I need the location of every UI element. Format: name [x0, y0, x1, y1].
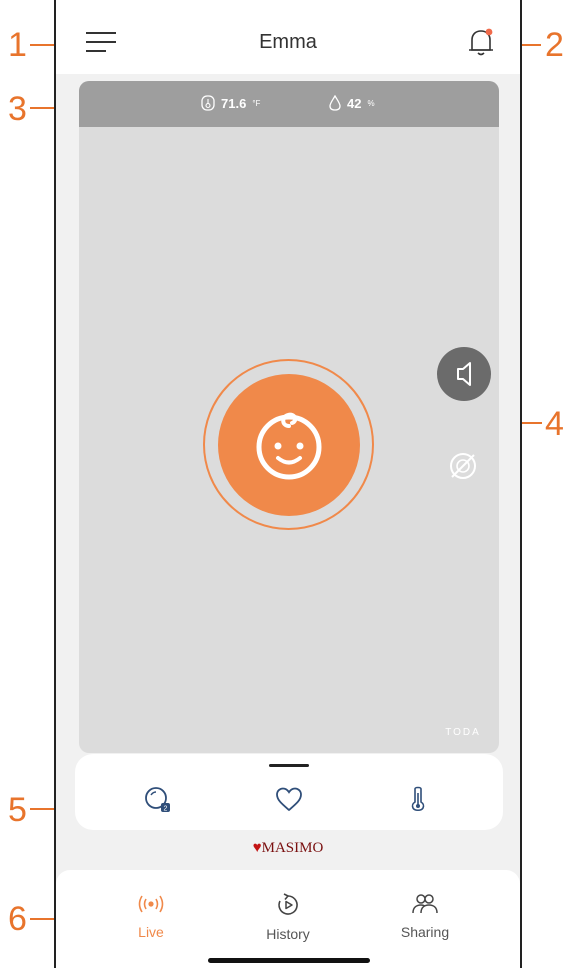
- temperature-unit: °F: [252, 98, 261, 108]
- top-bar: Emma: [56, 0, 520, 74]
- live-broadcast-icon: [138, 895, 164, 913]
- callout-3: 3: [8, 90, 27, 128]
- thermometer-icon[interactable]: [403, 784, 433, 814]
- callout-2: 2: [545, 26, 564, 64]
- mic-off-icon: [450, 453, 476, 479]
- mic-toggle-button[interactable]: [443, 446, 483, 486]
- home-indicator[interactable]: [208, 958, 370, 963]
- callout-5: 5: [8, 791, 27, 829]
- vitals-sheet[interactable]: 2: [75, 754, 503, 830]
- history-icon: [278, 893, 298, 915]
- temperature-reading: 71.6 °F: [201, 95, 260, 111]
- toda-watermark: TODA: [441, 721, 485, 741]
- masimo-wordmark: MASIMO: [261, 840, 324, 856]
- bell-icon[interactable]: [466, 26, 496, 58]
- thermometer-room-icon: [201, 95, 215, 111]
- baby-face-icon: [256, 412, 322, 480]
- speaker-icon: [457, 362, 471, 386]
- masimo-logo: ♥MASIMO: [56, 840, 520, 857]
- nav-history-label: History: [266, 926, 310, 942]
- nav-history[interactable]: History: [228, 892, 348, 942]
- svg-text:2: 2: [164, 806, 168, 813]
- humidity-value: 42: [347, 95, 362, 111]
- droplet-icon: [329, 95, 341, 111]
- masimo-mark: ♥: [252, 840, 262, 856]
- camera-feed[interactable]: 71.6 °F 42 % TODA: [79, 81, 499, 753]
- nav-live-label: Live: [138, 924, 164, 940]
- humidity-unit: %: [367, 98, 375, 108]
- oxygen-saturation-icon[interactable]: 2: [143, 784, 173, 814]
- heart-icon[interactable]: [274, 784, 304, 814]
- baby-profile-button[interactable]: [218, 374, 360, 516]
- phone-screen: Emma 71.6 °F 42 % TODA 2 ♥MASIMO Live Hi…: [54, 0, 522, 968]
- temperature-value: 71.6: [221, 95, 247, 111]
- humidity-reading: 42 %: [329, 95, 375, 111]
- environment-bar: 71.6 °F 42 %: [79, 81, 499, 127]
- nav-sharing[interactable]: Sharing: [365, 892, 485, 940]
- callout-4: 4: [545, 405, 564, 443]
- bottom-nav: Live History Sharing: [56, 870, 520, 968]
- profile-name: Emma: [259, 31, 317, 53]
- nav-live[interactable]: Live: [91, 892, 211, 940]
- callout-1: 1: [8, 26, 27, 64]
- sheet-drag-handle[interactable]: [269, 764, 309, 767]
- toda-watermark-text: TODA: [445, 727, 481, 738]
- nav-sharing-label: Sharing: [400, 924, 450, 940]
- callout-6: 6: [8, 900, 27, 938]
- people-icon: [412, 894, 438, 914]
- speaker-button[interactable]: [437, 347, 491, 401]
